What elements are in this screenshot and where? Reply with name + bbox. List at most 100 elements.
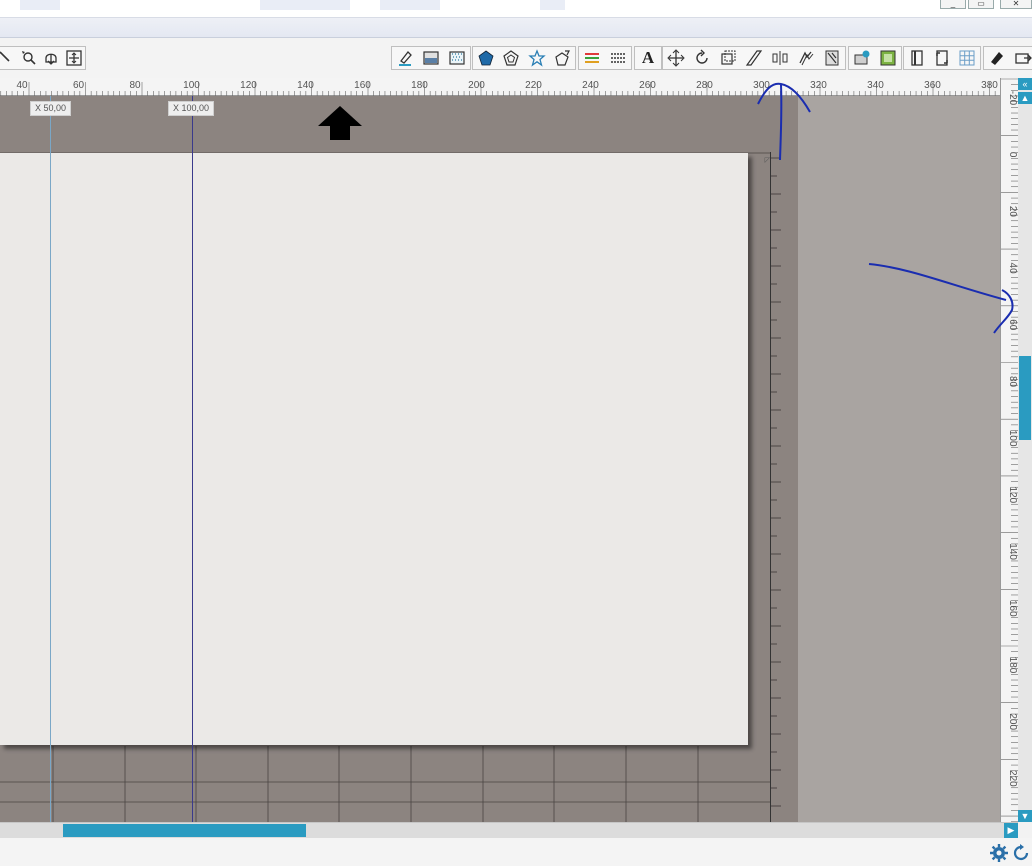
group-text: A [634, 46, 662, 70]
group-edit [0, 46, 86, 70]
fill-color-icon[interactable] [418, 47, 444, 69]
trace-icon[interactable] [875, 47, 901, 69]
ruler-right: -20 0 20 40 60 80 100 120 140 160 180 200 220 [1000, 78, 1019, 822]
scroll-down-button[interactable]: ▼ [1018, 810, 1032, 822]
ruler-right-label: -20 [1007, 91, 1018, 106]
close-button[interactable]: ✕ [1000, 0, 1032, 9]
knife-icon[interactable] [550, 47, 576, 69]
window-title-blur [260, 0, 350, 10]
page-setup-icon[interactable] [904, 47, 929, 69]
horizontal-scrollbar[interactable]: ▶ [0, 822, 1018, 838]
line-style-icon[interactable] [579, 47, 605, 69]
ruler-top-label: 360 [924, 80, 941, 91]
scroll-right-button[interactable]: ▶ [1004, 823, 1018, 838]
cutting-mat-edge [770, 152, 798, 822]
feed-direction-arrow-icon [318, 106, 362, 140]
toolbar: A [0, 38, 1032, 78]
scroll-up-button[interactable]: ▲ [1018, 92, 1032, 104]
replicate-icon[interactable] [793, 47, 819, 69]
registration-marks-icon[interactable] [929, 47, 954, 69]
ruler-right-label: 160 [1007, 600, 1018, 617]
ruler-right-label: 80 [1007, 376, 1018, 388]
line-color-icon[interactable] [392, 47, 418, 69]
polygon-icon[interactable] [473, 47, 499, 69]
ruler-top-label: 80 [129, 80, 141, 91]
vertical-scroll-thumb[interactable] [1019, 356, 1031, 440]
text-style-icon: A [641, 48, 655, 67]
pan-icon[interactable] [40, 47, 63, 69]
fill-pattern-icon[interactable] [444, 47, 470, 69]
window-titlebar: _ ▭ ✕ [0, 0, 1032, 18]
canvas-workspace[interactable]: ◸ X 50,00 X 100,00 [0, 96, 1000, 822]
settings-gear-icon[interactable] [990, 844, 1008, 862]
horizontal-scroll-thumb[interactable] [63, 824, 306, 837]
refresh-icon[interactable] [1012, 844, 1030, 862]
send-to-icon[interactable] [1010, 47, 1032, 69]
ruler-top-label: 160 [354, 80, 371, 91]
image-effects-icon[interactable] [849, 47, 875, 69]
rotate-icon[interactable] [689, 47, 715, 69]
window-title-blur [540, 0, 565, 10]
offset-icon[interactable] [499, 47, 525, 69]
window-title-blur [20, 0, 60, 10]
ruler-top-label: 40 [16, 80, 28, 91]
group-fill [391, 46, 471, 70]
ruler-right-label: 100 [1007, 430, 1018, 447]
paper-corner-mark: ◸ [764, 157, 770, 164]
ruler-right-label: 220 [1007, 770, 1018, 787]
group-page [903, 46, 981, 70]
text-style-button[interactable]: A [635, 47, 661, 69]
ruler-top-label: 240 [582, 80, 599, 91]
dash-style-icon[interactable] [605, 47, 631, 69]
ruler-top-label: 340 [867, 80, 884, 91]
ruler-top-label: 300 [753, 80, 770, 91]
transform-icon[interactable] [663, 47, 689, 69]
collapse-panel-button[interactable]: « [1018, 78, 1032, 90]
align-icon[interactable] [767, 47, 793, 69]
star-icon[interactable] [524, 47, 550, 69]
pointer-icon[interactable] [0, 47, 18, 69]
ruler-top-label: 60 [73, 80, 85, 91]
ruler-top-label: 260 [639, 80, 656, 91]
ruler-right-label: 200 [1007, 713, 1018, 730]
ruler-top-label: 100 [183, 80, 200, 91]
status-bar [0, 838, 1032, 866]
modify-icon[interactable] [819, 47, 845, 69]
vertical-scrollbar[interactable]: « ▲ ▼ [1018, 78, 1032, 822]
minimize-button[interactable]: _ [940, 0, 966, 9]
guide-line-x100[interactable] [192, 96, 193, 822]
ruler-right-label: 40 [1007, 263, 1018, 275]
guide-label-x100: X 100,00 [168, 101, 215, 116]
fit-to-page-icon[interactable] [63, 47, 86, 69]
ruler-right-label: 140 [1007, 543, 1018, 560]
group-line [578, 46, 632, 70]
ruler-top-label: 120 [240, 80, 257, 91]
ribbon-band [0, 18, 1032, 38]
group-cut [983, 46, 1032, 70]
ruler-right-label: 120 [1007, 487, 1018, 504]
group-transform [662, 46, 846, 70]
ruler-top-label: 320 [810, 80, 827, 91]
shear-icon[interactable] [741, 47, 767, 69]
window-title-blur [380, 0, 440, 10]
grid-icon[interactable] [955, 47, 980, 69]
ruler-right-label: 60 [1007, 319, 1018, 331]
ruler-top-label: 200 [468, 80, 485, 91]
ruler-top-label: 380 [981, 80, 998, 91]
virtual-paper[interactable]: ◸ [0, 153, 770, 745]
scale-icon[interactable] [715, 47, 741, 69]
guide-label-x50: X 50,00 [30, 101, 72, 116]
group-image [848, 46, 902, 70]
group-shapes [472, 46, 576, 70]
ruler-top-label: 140 [297, 80, 314, 91]
ruler-top-label: 220 [525, 80, 542, 91]
restore-button[interactable]: ▭ [968, 0, 994, 9]
ruler-top-label: 280 [696, 80, 713, 91]
ruler-top: 40 60 80 100 120 140 160 180 200 220 240 260 280 300 3… [0, 78, 1018, 96]
zoom-select-icon[interactable] [18, 47, 41, 69]
ruler-top-label: 180 [411, 80, 428, 91]
cut-style-icon[interactable] [984, 47, 1010, 69]
ruler-right-label: 0 [1007, 152, 1018, 158]
guide-line-x50[interactable] [50, 96, 51, 822]
ruler-right-label: 180 [1007, 657, 1018, 674]
